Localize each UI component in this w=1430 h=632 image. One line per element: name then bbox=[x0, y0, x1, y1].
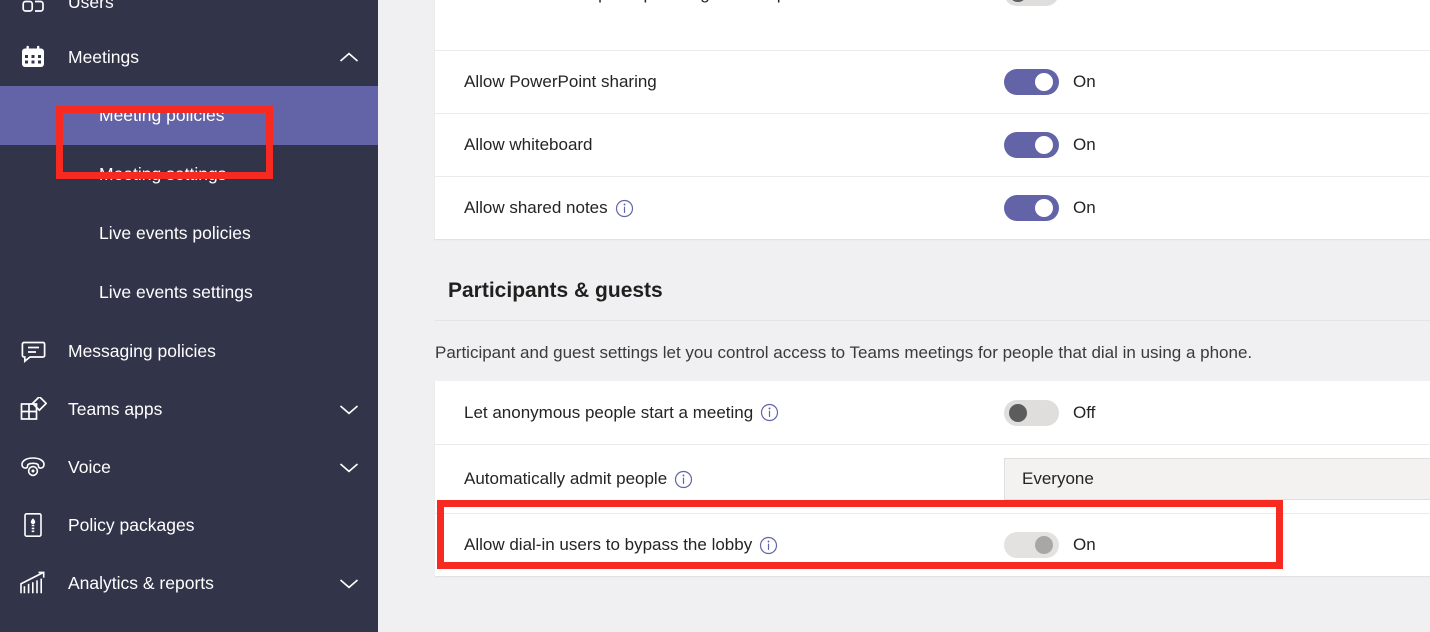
setting-label: Allow shared notes bbox=[464, 193, 1004, 223]
phone-icon bbox=[16, 452, 50, 482]
setting-control: On bbox=[1004, 132, 1096, 158]
toggle-state-label: Off bbox=[1073, 402, 1096, 422]
chevron-down-icon[interactable] bbox=[338, 456, 360, 478]
automatically-admit-people-dropdown[interactable]: Everyone bbox=[1004, 458, 1430, 500]
toggle-knob bbox=[1009, 403, 1027, 422]
sidebar-item-label: Policy packages bbox=[68, 514, 195, 535]
calendar-icon bbox=[16, 42, 50, 72]
toggle-anonymous-start[interactable]: Off bbox=[1004, 399, 1096, 426]
toggle-dialin-bypass-lobby[interactable]: On bbox=[1004, 532, 1096, 558]
info-icon[interactable] bbox=[615, 199, 634, 218]
toggle-knob bbox=[1035, 199, 1053, 217]
toggle-knob bbox=[1035, 136, 1053, 154]
toggle-track[interactable] bbox=[1004, 195, 1059, 221]
section-divider bbox=[435, 320, 1430, 321]
toggle-track[interactable] bbox=[1004, 0, 1059, 6]
left-navigation-sidebar: Users Meetings Meeting policies Meeting … bbox=[0, 0, 378, 632]
info-icon[interactable] bbox=[759, 536, 778, 555]
toggle-state-label: On bbox=[1073, 135, 1096, 154]
sidebar-item-policy-packages[interactable]: Policy packages bbox=[0, 496, 378, 554]
sidebar-subitem-label: Meeting settings bbox=[99, 164, 227, 184]
toggle-knob bbox=[1009, 0, 1027, 2]
sidebar-subitem-label: Live events settings bbox=[99, 282, 253, 302]
setting-row-automatically-admit-people: Automatically admit people Everyone bbox=[435, 444, 1430, 513]
chevron-up-icon[interactable] bbox=[338, 46, 360, 68]
chevron-down-icon[interactable] bbox=[338, 572, 360, 594]
sidebar-item-meeting-settings[interactable]: Meeting settings bbox=[0, 145, 378, 204]
analytics-icon bbox=[16, 568, 50, 598]
sidebar-item-label: Meetings bbox=[68, 46, 140, 67]
sidebar-item-label: Voice bbox=[68, 456, 111, 477]
toggle-state-label: On bbox=[1073, 535, 1096, 554]
toggle-track[interactable] bbox=[1004, 132, 1059, 158]
apps-icon bbox=[16, 394, 50, 424]
setting-row-powerpoint-sharing: Allow PowerPoint sharing On bbox=[435, 50, 1430, 113]
sidebar-item-voice[interactable]: Voice bbox=[0, 438, 378, 496]
teams-admin-center: Users Meetings Meeting policies Meeting … bbox=[0, 0, 1430, 632]
setting-label: Allow dial-in users to bypass the lobby bbox=[464, 530, 1004, 560]
sidebar-item-meetings[interactable]: Meetings bbox=[0, 28, 378, 86]
dropdown-selected-value: Everyone bbox=[1022, 469, 1094, 488]
toggle-shared-notes[interactable]: On bbox=[1004, 195, 1096, 221]
setting-control: On bbox=[1004, 195, 1096, 221]
sidebar-item-teams-apps[interactable]: Teams apps bbox=[0, 380, 378, 438]
toggle-track[interactable] bbox=[1004, 399, 1059, 426]
toggle-knob bbox=[1035, 73, 1053, 91]
sidebar-item-live-events-policies[interactable]: Live events policies bbox=[0, 204, 378, 263]
setting-control: Off bbox=[1004, 0, 1095, 6]
policy-package-icon bbox=[16, 510, 50, 540]
setting-row-external-control: Allow an external participant to give or… bbox=[435, 0, 1430, 50]
sidebar-item-label: Users bbox=[68, 0, 114, 12]
setting-label: Automatically admit people bbox=[464, 464, 1004, 494]
info-icon[interactable] bbox=[760, 403, 779, 422]
sidebar-subitem-label: Live events policies bbox=[99, 223, 251, 243]
settings-content-area: Allow an external participant to give or… bbox=[378, 0, 1430, 632]
setting-control: On bbox=[1004, 69, 1096, 95]
participants-guests-card: Let anonymous people start a meeting Off bbox=[435, 381, 1430, 576]
toggle-state-label: On bbox=[1073, 72, 1096, 91]
sidebar-item-analytics-reports[interactable]: Analytics & reports bbox=[0, 554, 378, 612]
sidebar-item-messaging-policies[interactable]: Messaging policies bbox=[0, 322, 378, 380]
setting-row-whiteboard: Allow whiteboard On bbox=[435, 113, 1430, 176]
setting-control: Everyone bbox=[1004, 458, 1430, 500]
setting-row-shared-notes: Allow shared notes On bbox=[435, 176, 1430, 239]
setting-control: On bbox=[1004, 532, 1096, 558]
toggle-state-label: On bbox=[1073, 198, 1096, 217]
info-icon[interactable] bbox=[674, 470, 693, 489]
sidebar-item-meeting-policies[interactable]: Meeting policies bbox=[0, 86, 378, 145]
sidebar-item-live-events-settings[interactable]: Live events settings bbox=[0, 263, 378, 322]
setting-label: Let anonymous people start a meeting bbox=[464, 398, 1004, 428]
setting-label: Allow PowerPoint sharing bbox=[464, 72, 657, 91]
message-icon bbox=[16, 336, 50, 366]
users-icon bbox=[16, 0, 50, 17]
toggle-external-control[interactable]: Off bbox=[1004, 0, 1095, 6]
sidebar-item-label: Messaging policies bbox=[68, 340, 216, 361]
sidebar-item-users[interactable]: Users bbox=[0, 0, 378, 28]
chevron-down-icon[interactable] bbox=[338, 398, 360, 420]
toggle-whiteboard[interactable]: On bbox=[1004, 132, 1096, 158]
section-title-participants-guests: Participants & guests bbox=[448, 279, 663, 302]
setting-row-dialin-bypass-lobby: Allow dial-in users to bypass the lobby … bbox=[435, 513, 1430, 576]
toggle-track[interactable] bbox=[1004, 69, 1059, 95]
section-description: Participant and guest settings let you c… bbox=[435, 343, 1253, 362]
toggle-state-label: Off bbox=[1073, 0, 1095, 3]
content-sharing-card: Allow an external participant to give or… bbox=[435, 0, 1430, 239]
setting-label: Allow an external participant to give or… bbox=[464, 0, 1004, 11]
setting-row-anonymous-start: Let anonymous people start a meeting Off bbox=[435, 381, 1430, 444]
toggle-track[interactable] bbox=[1004, 532, 1059, 558]
sidebar-item-label: Teams apps bbox=[68, 398, 163, 419]
setting-control: Off bbox=[1004, 399, 1096, 426]
sidebar-subitem-label: Meeting policies bbox=[99, 105, 225, 125]
toggle-knob bbox=[1035, 536, 1053, 554]
toggle-powerpoint-sharing[interactable]: On bbox=[1004, 69, 1096, 95]
sidebar-item-label: Analytics & reports bbox=[68, 572, 214, 593]
setting-label: Allow whiteboard bbox=[464, 135, 593, 154]
